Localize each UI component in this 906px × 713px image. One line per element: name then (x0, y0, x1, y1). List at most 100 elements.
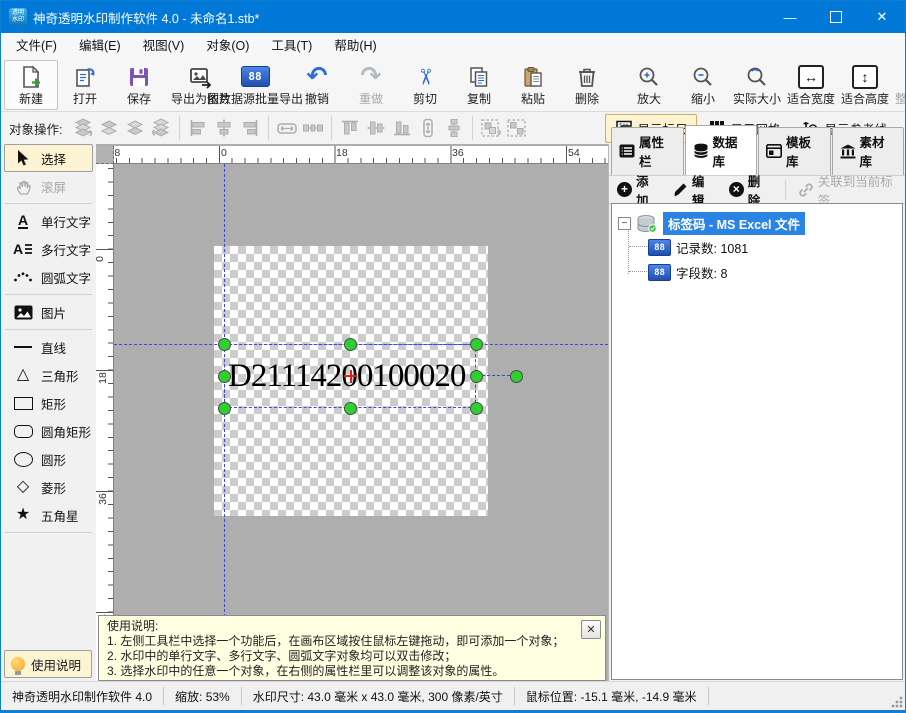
selection-handle-ne[interactable] (470, 338, 483, 351)
h-distribute-icon (300, 115, 326, 141)
datasource-tree: − 标签码 - MS Excel 文件 88 记录数: 1081 88 字段数:… (611, 203, 903, 680)
objbar-separator (331, 116, 332, 140)
tool-multi-line-text[interactable]: A 多行文字 (4, 235, 93, 263)
menu-file[interactable]: 文件(F) (5, 33, 68, 59)
send-to-back-icon (148, 115, 174, 141)
zoom-out-button[interactable]: 缩小 (676, 60, 730, 110)
tool-single-line-text[interactable]: A 单行文字 (4, 207, 93, 235)
same-width-icon (274, 115, 300, 141)
rounded-rectangle-icon (11, 425, 35, 438)
menu-tools[interactable]: 工具(T) (260, 33, 323, 59)
vertical-guide-line[interactable] (224, 164, 225, 682)
status-bar: 神奇透明水印制作软件 4.0 缩放: 53% 水印尺寸: 43.0 毫米 x 4… (1, 681, 905, 710)
trash-icon (575, 63, 599, 90)
minimize-icon: — (784, 10, 797, 25)
help-line: 3. 选择水印中的任意一个对象，在右侧的属性栏里可以调整该对象的属性。 (107, 664, 597, 679)
selection-handle-s[interactable] (344, 402, 357, 415)
tool-circle[interactable]: 圆形 (4, 445, 93, 473)
tree-field-count-row[interactable]: 88 字段数: 8 (648, 263, 727, 282)
circle-icon (11, 452, 35, 467)
maximize-button[interactable] (813, 1, 859, 33)
svg-text:A: A (13, 241, 23, 257)
diamond-icon: ◇ (11, 479, 35, 495)
bring-to-front-icon (70, 115, 96, 141)
tool-image[interactable]: 图片 (4, 298, 93, 326)
actual-size-button[interactable]: 实际大小 (730, 60, 784, 110)
canvas-viewport[interactable]: D21114200100020 (114, 164, 608, 682)
align-left-icon (185, 115, 211, 141)
tool-rounded-rectangle[interactable]: 圆角矩形 (4, 417, 93, 445)
tab-properties[interactable]: 属性栏 (611, 127, 684, 175)
menu-edit[interactable]: 编辑(E) (68, 33, 132, 59)
database-icon (693, 143, 709, 159)
fit-height-button[interactable]: ↕ 适合高度 (838, 60, 892, 110)
help-close-button[interactable]: ✕ (581, 620, 601, 639)
sidebar-separator (5, 203, 92, 204)
usage-instructions-box: 使用说明: 1. 左侧工具栏中选择一个功能后，在画布区域按住鼠标左键拖动，即可添… (98, 615, 606, 681)
undo-button[interactable]: ↶ 撤销 (290, 60, 344, 110)
tool-arc-text[interactable]: 圆弧文字 (4, 263, 93, 291)
selection-handle-se[interactable] (470, 402, 483, 415)
lightbulb-icon (11, 657, 25, 671)
database-action-bar: + 添加 编辑 × 删除 关联到当前标签 (609, 175, 905, 204)
tree-root-label[interactable]: 标签码 - MS Excel 文件 (663, 212, 805, 235)
redo-icon: ↷ (361, 63, 382, 90)
zoom-out-icon (691, 63, 715, 90)
open-button[interactable]: 打开 (58, 60, 112, 110)
template-icon (766, 144, 782, 158)
tab-materials[interactable]: 素材库 (832, 127, 905, 175)
export-image-icon (188, 63, 214, 90)
tool-triangle[interactable]: △ 三角形 (4, 361, 93, 389)
main-toolbar: 新建 打开 保存 导出为图片 88 依数据源批量导出 (1, 59, 905, 112)
excel-datasource-icon (636, 215, 658, 233)
copy-button[interactable]: 复制 (452, 60, 506, 110)
collapse-expander-icon[interactable]: − (618, 217, 631, 230)
fit-width-button[interactable]: ↔ 适合宽度 (784, 60, 838, 110)
help-line: 2. 水印中的单行文字、多行文字、圆弧文字对象均可以双击修改； (107, 649, 597, 664)
selection-handle-w[interactable] (218, 370, 231, 383)
menu-help[interactable]: 帮助(H) (323, 33, 387, 59)
batch-export-button[interactable]: 88 依数据源批量导出 (228, 60, 282, 110)
rotation-handle[interactable] (510, 370, 523, 383)
right-panel: 属性栏 数据库 模板库 素材库 + 添加 编辑 (608, 144, 905, 682)
menu-view[interactable]: 视图(V) (132, 33, 196, 59)
tab-templates[interactable]: 模板库 (758, 127, 831, 175)
close-button[interactable]: ✕ (859, 1, 905, 33)
minimize-button[interactable]: — (767, 1, 813, 33)
selection-handle-n[interactable] (344, 338, 357, 351)
tree-root-row[interactable]: − 标签码 - MS Excel 文件 (618, 212, 805, 235)
tool-star[interactable]: ★ 五角星 (4, 501, 93, 529)
close-icon: ✕ (586, 623, 595, 636)
resize-grip[interactable] (891, 696, 903, 708)
save-button[interactable]: 保存 (112, 60, 166, 110)
image-icon (11, 305, 35, 320)
zoom-in-button[interactable]: 放大 (622, 60, 676, 110)
tool-select[interactable]: 选择 (4, 144, 93, 172)
paste-button[interactable]: 粘贴 (506, 60, 560, 110)
tool-diamond[interactable]: ◇ 菱形 (4, 473, 93, 501)
align-right-icon (237, 115, 263, 141)
cut-button[interactable]: ✂ 剪切 (398, 60, 452, 110)
objbar-separator (268, 116, 269, 140)
selection-handle-sw[interactable] (218, 402, 231, 415)
menu-object[interactable]: 对象(O) (195, 33, 260, 59)
single-line-text-icon: A (11, 213, 35, 229)
tool-line[interactable]: 直线 (4, 333, 93, 361)
usage-help-button[interactable]: 使用说明 (4, 650, 92, 678)
tool-rectangle[interactable]: 矩形 (4, 389, 93, 417)
delete-button[interactable]: 删除 (560, 60, 614, 110)
actionbar-separator (785, 180, 786, 200)
tab-database[interactable]: 数据库 (685, 125, 758, 175)
new-button[interactable]: 新建 (4, 60, 58, 110)
selection-handle-e[interactable] (470, 370, 483, 383)
help-line: 1. 左侧工具栏中选择一个功能后，在画布区域按住鼠标左键拖动，即可添加一个对象； (107, 634, 597, 649)
group-icon (478, 115, 504, 141)
align-bottom-icon (389, 115, 415, 141)
pencil-icon (673, 182, 688, 197)
sidebar-separator (5, 532, 92, 533)
vertical-ruler: 0 18 36 54 (96, 164, 114, 682)
undo-icon: ↶ (307, 63, 328, 90)
status-app-name: 神奇透明水印制作软件 4.0 (1, 687, 164, 705)
tree-record-count-row[interactable]: 88 记录数: 1081 (648, 238, 748, 257)
selection-handle-nw[interactable] (218, 338, 231, 351)
